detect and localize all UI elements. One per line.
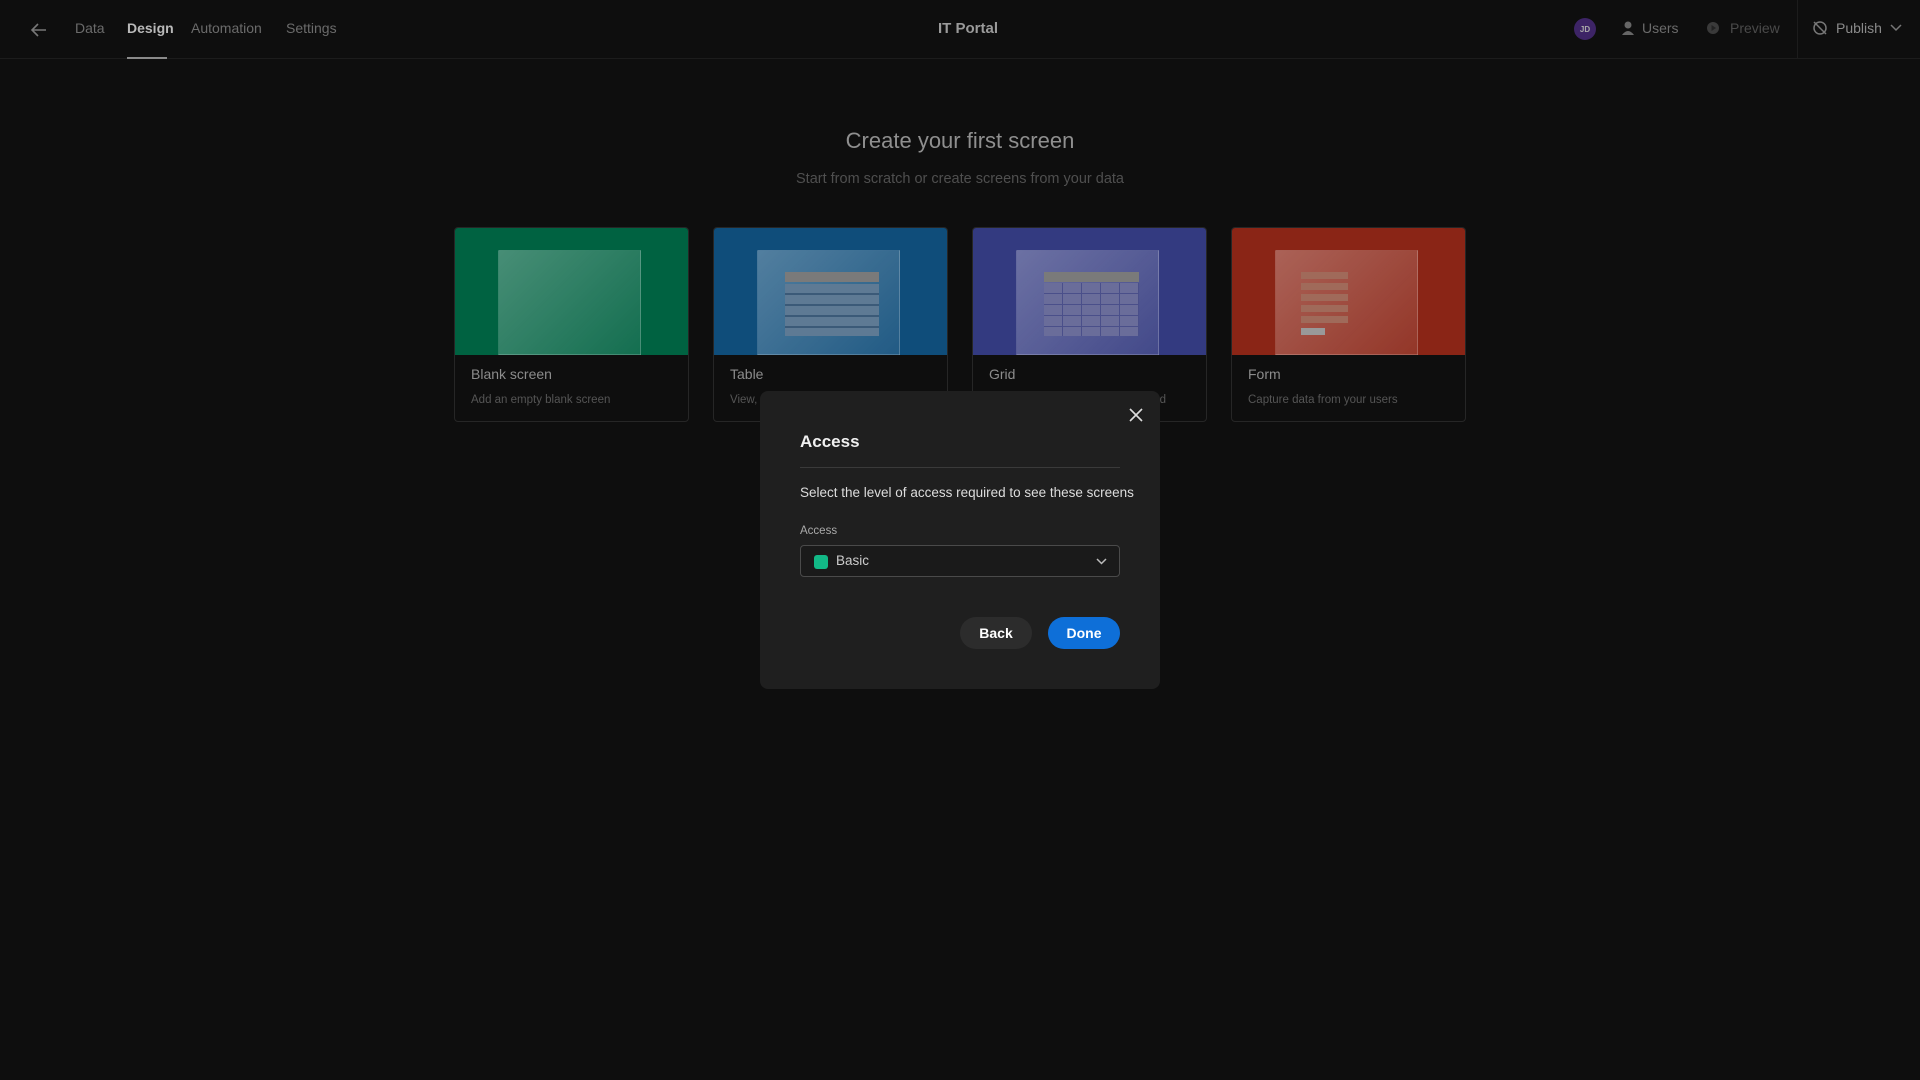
access-selected-value: Basic bbox=[836, 553, 870, 568]
chevron-down-icon bbox=[1096, 558, 1107, 565]
card-description: Capture data from your users bbox=[1248, 394, 1398, 406]
preview-button[interactable]: Preview bbox=[1730, 20, 1780, 36]
access-select[interactable]: Basic bbox=[800, 545, 1120, 577]
preview-icon bbox=[1707, 22, 1719, 34]
access-color-swatch bbox=[814, 555, 828, 569]
publish-button[interactable]: Publish bbox=[1836, 20, 1882, 36]
card-description: d bbox=[1159, 394, 1166, 406]
dialog-description: Select the level of access required to s… bbox=[800, 485, 1134, 500]
dialog-title: Access bbox=[800, 432, 860, 451]
card-form[interactable]: Form Capture data from your users bbox=[1231, 227, 1466, 422]
divider bbox=[1797, 0, 1798, 58]
card-blank-screen[interactable]: Blank screen Add an empty blank screen bbox=[454, 227, 689, 422]
back-button[interactable]: Back bbox=[960, 617, 1032, 649]
access-field-label: Access bbox=[800, 525, 838, 537]
avatar[interactable]: JD bbox=[1574, 18, 1596, 40]
divider bbox=[800, 467, 1120, 468]
close-icon[interactable] bbox=[1129, 408, 1143, 422]
table-preview bbox=[714, 228, 947, 355]
card-description: Add an empty blank screen bbox=[471, 394, 611, 406]
page-subtitle: Start from scratch or create screens fro… bbox=[796, 171, 1124, 187]
card-name: Form bbox=[1248, 366, 1281, 382]
card-name: Table bbox=[730, 366, 764, 382]
page-title: Create your first screen bbox=[845, 128, 1075, 153]
avatar-initials: JD bbox=[1579, 24, 1591, 34]
done-button[interactable]: Done bbox=[1048, 617, 1120, 649]
active-tab-indicator bbox=[127, 57, 167, 59]
publish-icon bbox=[1813, 21, 1827, 35]
chevron-down-icon[interactable] bbox=[1890, 24, 1902, 32]
card-name: Blank screen bbox=[471, 366, 552, 382]
grid-preview bbox=[973, 228, 1206, 355]
top-bar: Data Design Automation Settings IT Porta… bbox=[0, 0, 1920, 59]
users-icon bbox=[1622, 21, 1634, 35]
users-button[interactable]: Users bbox=[1642, 20, 1679, 36]
form-preview bbox=[1232, 228, 1465, 355]
access-dialog: Access Select the level of access requir… bbox=[760, 391, 1160, 689]
card-description: View, bbox=[730, 394, 758, 406]
card-name: Grid bbox=[989, 366, 1016, 382]
blank-screen-preview bbox=[455, 228, 688, 355]
